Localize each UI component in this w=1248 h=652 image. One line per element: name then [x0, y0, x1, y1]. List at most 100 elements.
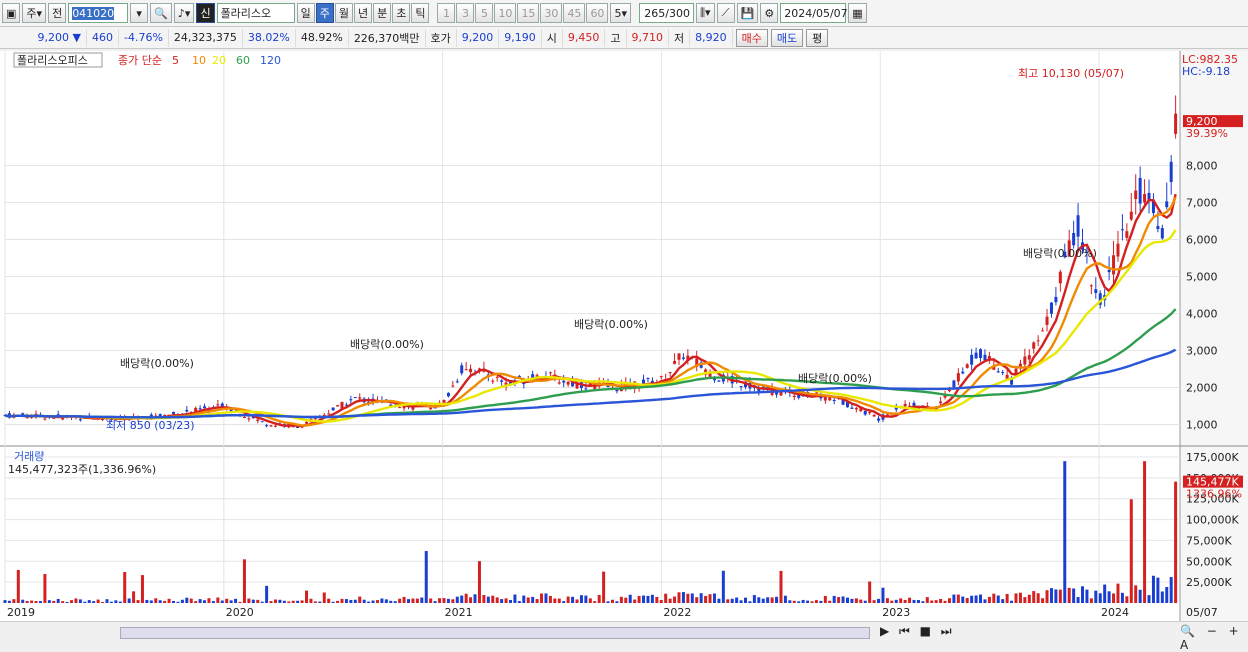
- volume-bar: [987, 596, 991, 603]
- tab-period-1[interactable]: 주: [315, 3, 334, 23]
- dividend-annotation: 배당락(0.00%): [120, 357, 194, 370]
- volume-bar: [637, 595, 641, 603]
- volume-bar: [1054, 589, 1058, 603]
- candle: [1129, 211, 1133, 220]
- volume-bar: [584, 595, 588, 603]
- legend-period: 120: [260, 54, 281, 67]
- candle: [491, 380, 495, 382]
- zoom-controls[interactable]: 🔍 − + A: [1180, 624, 1248, 652]
- volume-bar: [983, 599, 987, 603]
- tab-period-6[interactable]: 틱: [411, 3, 430, 23]
- shin-badge: 신: [196, 3, 215, 23]
- candle: [336, 405, 340, 407]
- candle: [469, 368, 473, 373]
- dropdown-icon[interactable]: ▾: [130, 3, 149, 23]
- candle: [1138, 177, 1142, 204]
- volume-bar: [305, 590, 309, 603]
- candle: [1116, 243, 1120, 257]
- tab-period-2[interactable]: 월: [334, 3, 353, 23]
- volume-bar: [1174, 481, 1178, 603]
- min-select[interactable]: 5 ▾: [610, 3, 631, 23]
- volume-bar: [1169, 577, 1173, 603]
- candle: [566, 381, 570, 385]
- candle: [446, 392, 450, 397]
- volume-bar: [43, 573, 47, 603]
- stock-code-input[interactable]: 041020: [68, 3, 129, 23]
- volume-bar: [730, 598, 734, 603]
- calendar-icon[interactable]: ▦: [848, 3, 867, 23]
- speaker-icon[interactable]: ♪▾: [173, 3, 195, 23]
- chart-scrollbar[interactable]: ▶ ⏮ ■ ⏭ 🔍 − + A: [0, 621, 1248, 652]
- volume-bar: [486, 596, 490, 603]
- settings-icon[interactable]: ⚙: [760, 3, 779, 23]
- candle: [1049, 302, 1053, 314]
- volume-bar: [1107, 591, 1111, 603]
- volume-bar: [708, 594, 712, 603]
- candle: [615, 389, 619, 392]
- volume-bar: [535, 599, 539, 603]
- eval-button[interactable]: 평: [806, 28, 829, 47]
- draw-tools-icon[interactable]: ⟋: [716, 3, 735, 23]
- date-input[interactable]: 2024/05/07: [780, 3, 848, 23]
- volume-bar: [442, 598, 446, 603]
- candle: [983, 354, 987, 361]
- volume-bar: [610, 599, 614, 603]
- legend-period: 10: [192, 54, 206, 67]
- candle: [1076, 215, 1080, 237]
- tab-period-0[interactable]: 일: [296, 3, 315, 23]
- tab-min-60[interactable]: 60: [586, 3, 609, 23]
- volume-bar: [531, 596, 535, 603]
- search-icon[interactable]: 🔍: [150, 3, 172, 23]
- volume-bar: [872, 600, 876, 603]
- tab-period-4[interactable]: 분: [373, 3, 392, 23]
- volume-bar: [602, 571, 606, 603]
- tab-min-45[interactable]: 45: [563, 3, 586, 23]
- tab-min-5[interactable]: 5: [475, 3, 494, 23]
- tab-min-30[interactable]: 30: [540, 3, 563, 23]
- candle: [1054, 296, 1058, 303]
- volume-bar: [504, 598, 508, 603]
- volume-bar: [123, 572, 127, 603]
- layout-icon[interactable]: ▣: [2, 3, 21, 23]
- volume-bar: [952, 594, 956, 603]
- volume-bar: [500, 599, 504, 603]
- candle: [965, 364, 969, 368]
- volume-bar: [296, 600, 300, 603]
- volume-bar: [1120, 592, 1124, 603]
- volume-value: 145,477,323주(1,336.96%): [8, 463, 156, 476]
- y-tick-label: 2,000: [1186, 382, 1218, 395]
- stock-chart[interactable]: 1,000 2,000 3,000 4,000 5,000 6,000 7,000 8,000…: [0, 51, 1248, 621]
- tab-min-1[interactable]: 1: [437, 3, 456, 23]
- scroll-thumb[interactable]: [120, 627, 870, 639]
- x-tick-label: 05/07: [1186, 606, 1218, 619]
- tab-period-3[interactable]: 년: [353, 3, 373, 23]
- volume-bar: [256, 599, 260, 603]
- volume: 24,323,375: [169, 28, 243, 47]
- volume-bar: [105, 599, 109, 603]
- volume-bar: [779, 570, 783, 603]
- save-icon[interactable]: 💾: [736, 3, 759, 23]
- high-price: 9,710: [627, 28, 670, 47]
- candle: [1112, 255, 1116, 275]
- sell-button[interactable]: 매도: [770, 28, 804, 47]
- candle: [1169, 161, 1173, 183]
- volume-bar: [704, 595, 708, 603]
- candle-type-icon[interactable]: ⫼▾: [695, 3, 715, 23]
- volume-bar: [739, 600, 743, 603]
- volume-bar: [344, 599, 348, 603]
- prev-button[interactable]: 전: [48, 3, 67, 23]
- tab-min-10[interactable]: 10: [494, 3, 517, 23]
- volume-bar: [127, 598, 131, 603]
- volume-bar: [832, 595, 836, 603]
- tab-min-3[interactable]: 3: [456, 3, 475, 23]
- candle: [659, 376, 663, 378]
- volume-bar: [96, 599, 100, 603]
- market-select[interactable]: 주 ▾: [22, 3, 47, 23]
- playback-controls[interactable]: ▶ ⏮ ■ ⏭: [880, 624, 955, 639]
- tab-min-15[interactable]: 15: [517, 3, 540, 23]
- tab-period-5[interactable]: 초: [392, 3, 411, 23]
- buy-button[interactable]: 매수: [735, 28, 768, 47]
- count-input[interactable]: 265/300: [638, 3, 694, 23]
- candle: [1165, 201, 1169, 208]
- volume-bar: [752, 595, 756, 603]
